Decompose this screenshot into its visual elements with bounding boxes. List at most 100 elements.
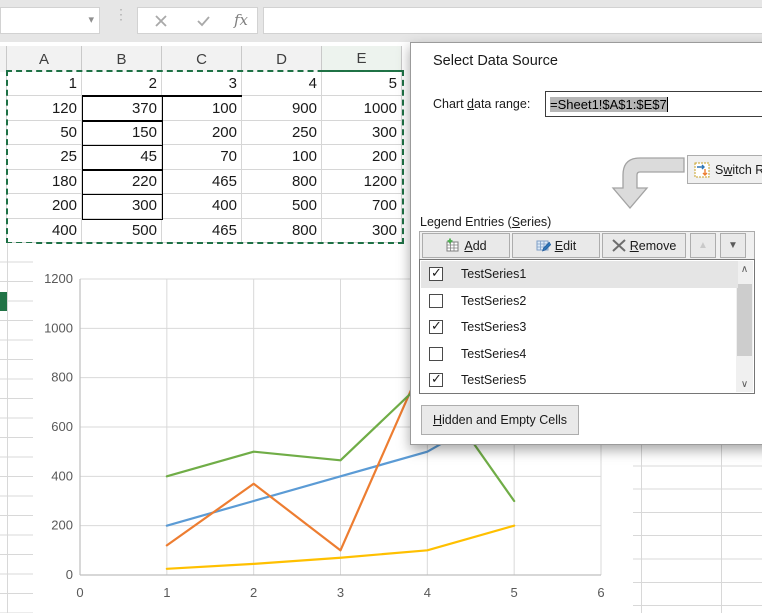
svg-text:1: 1 [163, 585, 170, 600]
sheet-grid[interactable]: 1234512037010090010005015020025030025457… [0, 72, 402, 243]
scrollbar-thumb[interactable] [737, 284, 752, 356]
cell-C4[interactable]: 70 [162, 145, 242, 169]
cell-A4[interactable]: 25 [7, 145, 82, 169]
cell-A3[interactable]: 50 [7, 121, 82, 145]
series-list-scrollbar[interactable]: ∧ ∨ [736, 261, 753, 392]
selected-row-accent [0, 292, 7, 311]
sheet-row-6: 200300400500700 [0, 194, 402, 218]
dialog-title: Select Data Source [433, 53, 558, 69]
svg-text:0: 0 [66, 567, 73, 582]
cell-border-box-b2b6 [82, 96, 163, 220]
cell-B7[interactable]: 500 [82, 219, 162, 243]
cell-D1[interactable]: 4 [242, 72, 322, 96]
cell-D5[interactable]: 800 [242, 170, 322, 194]
series-name-label: TestSeries4 [461, 347, 526, 361]
hidden-and-empty-cells-button[interactable]: Hidden and Empty Cells [421, 405, 579, 435]
name-box-dropdown-icon[interactable]: ▾ [88, 13, 94, 26]
series-toolbar: Add Edit Remove ▲ ▼ [419, 231, 755, 260]
insert-function-icon[interactable]: fx [234, 11, 248, 29]
series-item-TestSeries1[interactable]: ✓ TestSeries1 [421, 261, 738, 288]
series-list[interactable]: ∧ ∨ ✓ TestSeries1 TestSeries2 ✓TestSeries3 T… [419, 259, 755, 394]
range-input-selected-text: =Sheet1!$A$1:$E$7 [550, 97, 667, 112]
cell-A1[interactable]: 1 [7, 72, 82, 96]
series-item-TestSeries2[interactable]: TestSeries2 [421, 288, 738, 315]
scroll-up-icon[interactable]: ∧ [736, 261, 753, 277]
column-header-C[interactable]: C [162, 46, 242, 72]
header-stub [0, 46, 7, 72]
series-name-label: TestSeries2 [461, 294, 526, 308]
add-icon [445, 238, 460, 253]
svg-text:2: 2 [250, 585, 257, 600]
edit-series-button[interactable]: Edit [512, 233, 600, 258]
column-headers: ABCDE [0, 46, 402, 72]
switch-row-column-icon [694, 162, 710, 178]
cell-A5[interactable]: 180 [7, 170, 82, 194]
cell-C1[interactable]: 3 [162, 72, 242, 96]
bent-arrow-icon [604, 146, 688, 216]
sheet-row-1: 12345 [0, 72, 402, 96]
sheet-row-4: 254570100200 [0, 145, 402, 169]
column-header-D[interactable]: D [242, 46, 322, 72]
edit-icon [536, 238, 551, 253]
checkbox-unchecked[interactable] [429, 347, 443, 361]
cell-B1[interactable]: 2 [82, 72, 162, 96]
cell-E4[interactable]: 200 [322, 145, 402, 169]
name-box[interactable]: ▾ [0, 7, 100, 34]
svg-text:0: 0 [76, 585, 83, 600]
cell-E3[interactable]: 300 [322, 121, 402, 145]
svg-text:5: 5 [511, 585, 518, 600]
column-header-E[interactable]: E [322, 46, 402, 72]
move-series-up-button[interactable]: ▲ [690, 233, 716, 258]
scroll-down-icon[interactable]: ∨ [736, 376, 753, 392]
column-header-A[interactable]: A [7, 46, 82, 72]
chart-data-range-input[interactable]: =Sheet1!$A$1:$E$7 [545, 91, 762, 117]
cell-D7[interactable]: 800 [242, 219, 322, 243]
cell-E6[interactable]: 700 [322, 194, 402, 218]
cell-E5[interactable]: 1200 [322, 170, 402, 194]
formula-bar-input[interactable] [263, 7, 762, 34]
legend-entries-label: Legend Entries (Series) [420, 215, 551, 229]
cell-C6[interactable]: 400 [162, 194, 242, 218]
svg-text:1000: 1000 [44, 320, 73, 335]
cell-C2[interactable]: 100 [162, 96, 242, 120]
cancel-icon[interactable] [154, 14, 168, 28]
series-item-TestSeries5[interactable]: ✓TestSeries5 [421, 367, 738, 394]
sheet-row-5: 1802204658001200 [0, 170, 402, 194]
svg-text:1200: 1200 [44, 271, 73, 286]
cell-C5[interactable]: 465 [162, 170, 242, 194]
cell-E1[interactable]: 5 [322, 72, 402, 96]
cell-D4[interactable]: 100 [242, 145, 322, 169]
cell-A2[interactable]: 120 [7, 96, 82, 120]
cell-D2[interactable]: 900 [242, 96, 322, 120]
cell-A7[interactable]: 400 [7, 219, 82, 243]
checkbox-checked[interactable]: ✓ [429, 267, 443, 281]
chart-data-range-label: Chart data range: [433, 97, 530, 111]
cell-E7[interactable]: 300 [322, 219, 402, 243]
cell-D6[interactable]: 500 [242, 194, 322, 218]
sheet-row-3: 50150200250300 [0, 121, 402, 145]
series-item-TestSeries4[interactable]: TestSeries4 [421, 341, 738, 368]
cell-D3[interactable]: 250 [242, 121, 322, 145]
cell-E2[interactable]: 1000 [322, 96, 402, 120]
enter-check-icon[interactable] [196, 14, 211, 28]
add-series-button[interactable]: Add [422, 233, 510, 258]
svg-text:200: 200 [51, 518, 73, 533]
sheet-row-2: 1203701009001000 [0, 96, 402, 120]
sheet-row-7: 400500465800300 [0, 219, 402, 243]
move-series-down-button[interactable]: ▼ [720, 233, 746, 258]
cell-A6[interactable]: 200 [7, 194, 82, 218]
cell-C7[interactable]: 465 [162, 219, 242, 243]
svg-text:800: 800 [51, 370, 73, 385]
series-item-TestSeries3[interactable]: ✓TestSeries3 [421, 314, 738, 341]
checkbox-checked[interactable]: ✓ [429, 373, 443, 387]
remove-series-button[interactable]: Remove [602, 233, 686, 258]
column-header-B[interactable]: B [82, 46, 162, 72]
select-data-source-dialog: Select Data Source Chart data range: =Sh… [410, 42, 762, 445]
switch-row-column-button[interactable]: Switch R [687, 155, 762, 184]
checkbox-checked[interactable]: ✓ [429, 320, 443, 334]
formula-buttons-panel: fx [137, 7, 258, 34]
cell-C3[interactable]: 200 [162, 121, 242, 145]
series-name-label: TestSeries1 [461, 267, 526, 281]
formula-toolbar: ▾ ⋮ fx [0, 0, 762, 42]
checkbox-unchecked[interactable] [429, 294, 443, 308]
